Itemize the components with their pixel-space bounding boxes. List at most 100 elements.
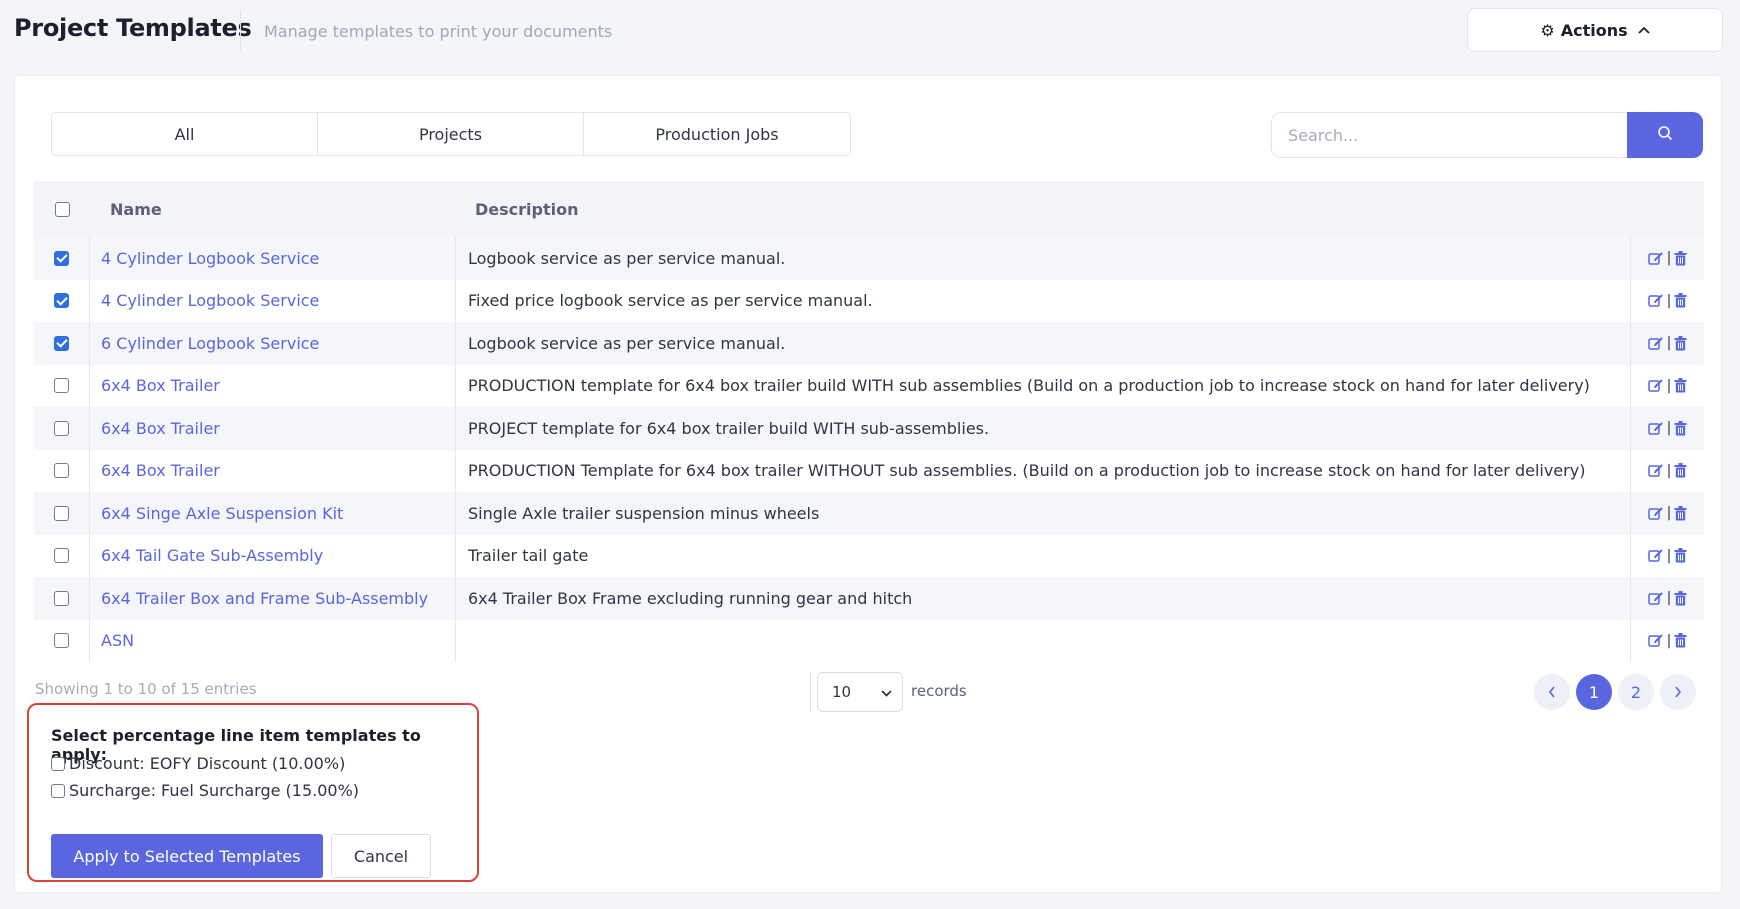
search-input[interactable] xyxy=(1271,112,1627,158)
row-actions: | xyxy=(1631,620,1704,663)
template-name-link[interactable]: 6x4 Box Trailer xyxy=(101,376,220,395)
prev-page-button[interactable] xyxy=(1534,674,1570,710)
table-row: 6x4 Trailer Box and Frame Sub-Assembly 6x… xyxy=(34,577,1704,620)
trash-icon[interactable] xyxy=(1674,463,1687,478)
tab-projects[interactable]: Projects xyxy=(318,113,584,155)
row-actions: | xyxy=(1631,407,1704,450)
template-name-link[interactable]: 6 Cylinder Logbook Service xyxy=(101,334,319,353)
action-separator: | xyxy=(1666,547,1672,564)
trash-icon[interactable] xyxy=(1674,420,1687,436)
chevron-left-icon xyxy=(1548,683,1556,702)
edit-icon[interactable] xyxy=(1647,591,1664,606)
entries-info: Showing 1 to 10 of 15 entries xyxy=(35,680,257,698)
action-separator: | xyxy=(1666,462,1672,479)
next-page-button[interactable] xyxy=(1660,674,1696,710)
template-name-link[interactable]: 4 Cylinder Logbook Service xyxy=(101,291,319,310)
tab-production-jobs[interactable]: Production Jobs xyxy=(584,113,850,155)
table-row: 6x4 Box Trailer PRODUCTION template for 6… xyxy=(34,364,1704,407)
template-description: Fixed price logbook service as per servi… xyxy=(456,279,1631,322)
trash-icon[interactable] xyxy=(1674,250,1687,266)
edit-icon[interactable] xyxy=(1647,506,1664,521)
table-row: 6 Cylinder Logbook Service Logbook servic… xyxy=(34,322,1704,365)
filter-tabs: All Projects Production Jobs xyxy=(51,112,851,156)
table-row: 6x4 Singe Axle Suspension Kit Single Axle… xyxy=(34,492,1704,535)
surcharge-option-label: Surcharge: Fuel Surcharge (15.00%) xyxy=(69,781,360,800)
template-name-link[interactable]: 6x4 Box Trailer xyxy=(101,461,220,480)
trash-icon[interactable] xyxy=(1674,293,1687,308)
actions-button[interactable]: ⚙ Actions xyxy=(1467,8,1723,52)
edit-icon[interactable] xyxy=(1647,251,1664,266)
actions-label: Actions xyxy=(1560,20,1628,40)
templates-table: Name Description 4 Cylinder Logbook Serv… xyxy=(34,181,1704,662)
page-length-value: 10 xyxy=(832,683,852,701)
template-description: 6x4 Trailer Box Frame excluding running … xyxy=(456,577,1631,620)
row-checkbox[interactable] xyxy=(54,505,69,521)
search-bar xyxy=(1271,112,1703,158)
template-name-link[interactable]: 4 Cylinder Logbook Service xyxy=(101,249,319,268)
discount-option[interactable]: Discount: EOFY Discount (10.00%) xyxy=(51,754,345,773)
row-actions: | xyxy=(1631,450,1704,493)
edit-icon[interactable] xyxy=(1647,633,1664,648)
edit-icon[interactable] xyxy=(1647,378,1664,393)
row-checkbox[interactable] xyxy=(54,548,69,564)
records-label: records xyxy=(911,682,967,700)
edit-icon[interactable] xyxy=(1647,548,1664,563)
surcharge-checkbox[interactable] xyxy=(51,783,65,798)
table-row: 6x4 Box Trailer PRODUCTION Template for 6… xyxy=(34,449,1704,493)
cancel-button[interactable]: Cancel xyxy=(331,834,431,878)
edit-icon[interactable] xyxy=(1647,463,1664,478)
trash-icon[interactable] xyxy=(1674,590,1687,606)
trash-icon[interactable] xyxy=(1674,633,1687,648)
discount-option-label: Discount: EOFY Discount (10.00%) xyxy=(69,754,346,773)
column-header-description[interactable]: Description xyxy=(456,181,1631,237)
row-checkbox[interactable] xyxy=(54,590,69,606)
row-actions: | xyxy=(1631,237,1704,280)
trash-icon[interactable] xyxy=(1674,548,1687,563)
column-header-name[interactable]: Name xyxy=(90,181,456,237)
search-icon xyxy=(1657,125,1673,145)
page-length-select[interactable]: 10 xyxy=(817,672,903,712)
trash-icon[interactable] xyxy=(1674,505,1687,521)
row-checkbox[interactable] xyxy=(54,633,69,649)
row-checkbox[interactable] xyxy=(54,250,69,266)
action-separator: | xyxy=(1666,632,1672,649)
template-name-link[interactable]: 6x4 Trailer Box and Frame Sub-Assembly xyxy=(101,589,428,608)
row-actions: | xyxy=(1631,535,1704,578)
template-name-link[interactable]: 6x4 Singe Axle Suspension Kit xyxy=(101,504,343,523)
surcharge-option[interactable]: Surcharge: Fuel Surcharge (15.00%) xyxy=(51,781,359,800)
template-description: Trailer tail gate xyxy=(456,534,1631,577)
row-checkbox[interactable] xyxy=(54,378,69,394)
row-actions: | xyxy=(1631,322,1704,365)
edit-icon[interactable] xyxy=(1647,421,1664,436)
tab-all[interactable]: All xyxy=(52,113,318,155)
row-checkbox[interactable] xyxy=(54,420,69,436)
action-separator: | xyxy=(1666,420,1672,437)
row-checkbox[interactable] xyxy=(54,293,69,309)
chevron-up-icon xyxy=(1637,23,1650,37)
template-name-link[interactable]: ASN xyxy=(101,631,134,650)
edit-icon[interactable] xyxy=(1647,336,1664,351)
apply-to-selected-button[interactable]: Apply to Selected Templates xyxy=(51,834,323,878)
edit-icon[interactable] xyxy=(1647,293,1664,308)
action-separator: | xyxy=(1666,292,1672,309)
gear-icon: ⚙ xyxy=(1540,20,1555,40)
pagination: 1 2 xyxy=(1534,674,1696,710)
page-1-button[interactable]: 1 xyxy=(1576,674,1612,710)
row-checkbox[interactable] xyxy=(54,463,69,479)
trash-icon[interactable] xyxy=(1674,335,1687,351)
template-name-link[interactable]: 6x4 Tail Gate Sub-Assembly xyxy=(101,546,323,565)
table-row: ASN | xyxy=(34,619,1704,663)
template-description xyxy=(456,619,1631,662)
template-description: PRODUCTION template for 6x4 box trailer … xyxy=(456,364,1631,407)
select-all-checkbox[interactable] xyxy=(54,201,70,217)
row-actions: | xyxy=(1631,577,1704,620)
template-name-link[interactable]: 6x4 Box Trailer xyxy=(101,419,220,438)
trash-icon[interactable] xyxy=(1674,378,1687,393)
row-actions: | xyxy=(1631,280,1704,323)
discount-checkbox[interactable] xyxy=(51,756,65,771)
action-separator: | xyxy=(1666,250,1672,267)
page-2-button[interactable]: 2 xyxy=(1618,674,1654,710)
search-button[interactable] xyxy=(1627,112,1703,158)
row-checkbox[interactable] xyxy=(54,335,69,351)
percentage-templates-panel: Select percentage line item templates to… xyxy=(27,703,479,882)
